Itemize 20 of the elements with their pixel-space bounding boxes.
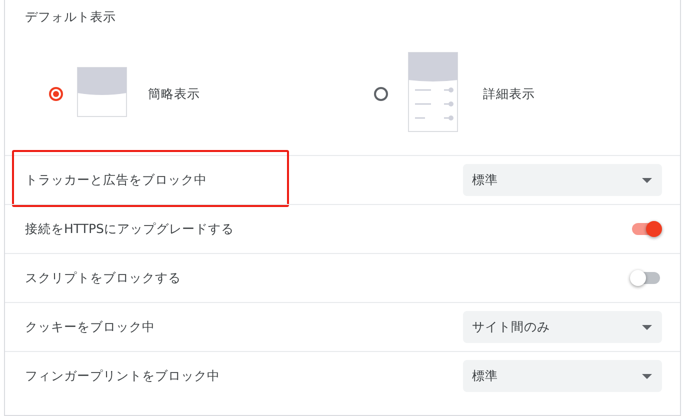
dropdown[interactable]: サイト間のみ bbox=[463, 311, 662, 343]
radio-button[interactable] bbox=[49, 87, 63, 101]
option-label: 簡略表示 bbox=[148, 86, 200, 102]
detailed-layout-icon bbox=[408, 52, 458, 132]
setting-label: スクリプトをブロックする bbox=[25, 270, 181, 286]
setting-label: トラッカーと広告をブロック中 bbox=[25, 172, 207, 188]
caret-icon bbox=[642, 178, 652, 182]
caret-icon bbox=[642, 374, 652, 378]
option-label: 詳細表示 bbox=[483, 86, 535, 102]
toggle-switch[interactable] bbox=[632, 272, 660, 284]
toggle-switch[interactable] bbox=[632, 223, 660, 235]
section-title: デフォルト表示 bbox=[24, 8, 117, 26]
dropdown[interactable]: 標準 bbox=[463, 360, 662, 392]
compact-layout-icon bbox=[77, 67, 127, 117]
dropdown[interactable]: 標準 bbox=[463, 164, 662, 196]
setting-label: 接続をHTTPSにアップグレードする bbox=[25, 220, 234, 238]
radio-button[interactable] bbox=[374, 87, 388, 101]
setting-label: フィンガープリントをブロック中 bbox=[25, 368, 220, 384]
caret-icon bbox=[642, 324, 652, 330]
setting-label: クッキーをブロック中 bbox=[25, 318, 155, 336]
